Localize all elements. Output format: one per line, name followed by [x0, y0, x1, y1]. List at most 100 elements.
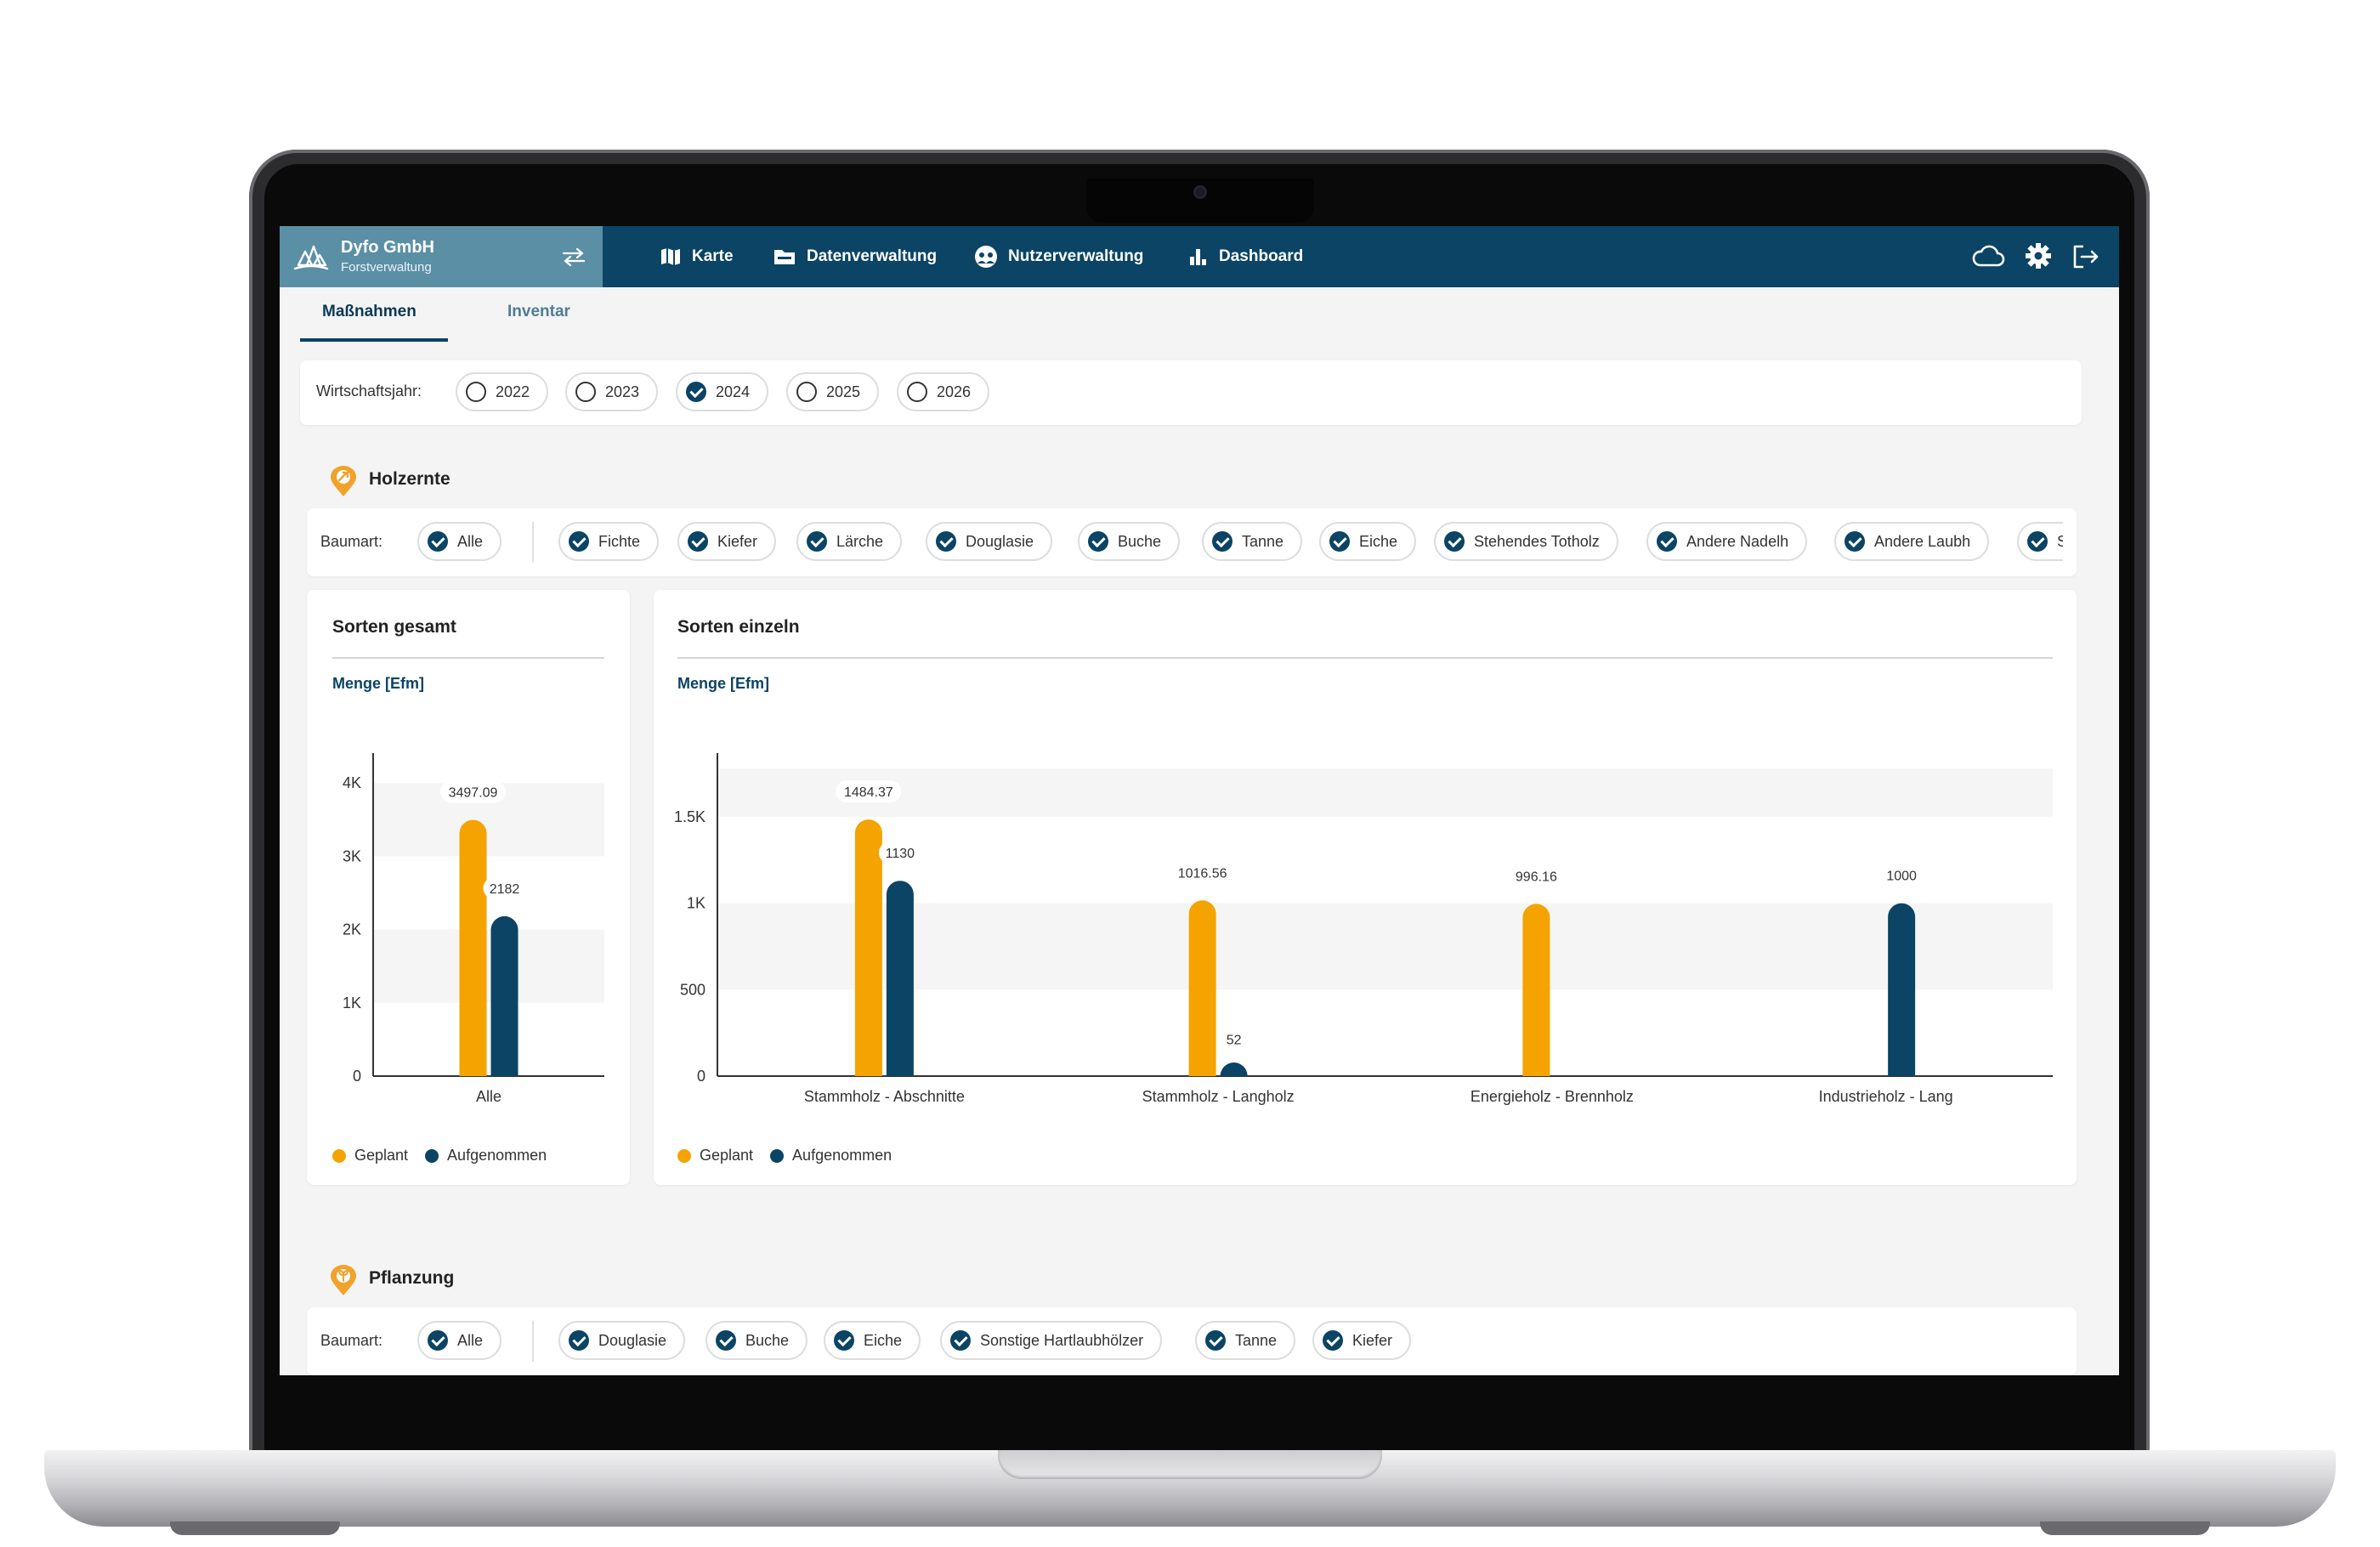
cloud-icon[interactable]	[1971, 243, 2005, 270]
radio-unchecked-icon	[907, 382, 927, 402]
chip-label: Alle	[457, 532, 484, 550]
year-chip-2023[interactable]: 2023	[565, 372, 659, 411]
checkmark-icon	[1844, 531, 1865, 552]
filter-divider	[532, 1321, 534, 1362]
legend-dot-recorded	[425, 1148, 439, 1163]
data-label: 996.16	[1516, 870, 1557, 884]
bar-recorded	[1220, 1062, 1248, 1076]
checkmark-icon	[428, 531, 448, 552]
chart-title-divider	[332, 657, 604, 659]
grid-band	[373, 929, 604, 1003]
species-chip-buche[interactable]: Buche	[1078, 522, 1181, 561]
company-name: Dyfo GmbH	[341, 238, 434, 257]
nav-item-nutzerverwaltung[interactable]: Nutzerverwaltung	[974, 226, 1143, 287]
holzernte-species-filter: Baumart: Alle Fichte Kiefer Lärche Dougl…	[307, 508, 2077, 576]
y-tick-label: 0	[353, 1068, 361, 1085]
species-chip-eiche[interactable]: Eiche	[824, 1321, 921, 1360]
species-chip-kiefer[interactable]: Kiefer	[1312, 1321, 1412, 1360]
logout-icon[interactable]	[2071, 243, 2100, 270]
checkmark-icon	[569, 1330, 589, 1351]
chip-label: 2024	[716, 382, 751, 400]
x-tick-label: Stammholz - Langholz	[1142, 1088, 1295, 1105]
nav-label-datenverwaltung: Datenverwaltung	[807, 247, 938, 265]
bar-chart-icon	[1190, 249, 1206, 265]
tab-bar: Maßnahmen Inventar	[280, 287, 2119, 342]
species-chip-laerche[interactable]: Lärche	[796, 522, 903, 561]
legend-dot-recorded	[770, 1148, 785, 1163]
species-chip-alle[interactable]: Alle	[417, 1321, 502, 1360]
chip-label: Douglasie	[966, 532, 1034, 550]
chip-label: Sonstige Hartlaubhölzer	[980, 1331, 1144, 1349]
year-chip-2026[interactable]: 2026	[897, 372, 990, 411]
species-chip-douglasie[interactable]: Douglasie	[926, 522, 1053, 561]
brand-panel[interactable]: Dyfo GmbH Forstverwaltung	[280, 226, 603, 287]
chip-label: Eiche	[1359, 532, 1398, 550]
laptop-foot-left	[170, 1522, 340, 1535]
top-navigation-bar: Dyfo GmbH Forstverwaltung Karte Datenver…	[280, 226, 2119, 287]
chip-label: Kiefer	[1352, 1331, 1393, 1349]
chip-label: Sc	[2057, 532, 2063, 550]
nav-item-datenverwaltung[interactable]: Datenverwaltung	[773, 226, 937, 287]
year-chip-2022[interactable]: 2022	[456, 372, 549, 411]
radio-unchecked-icon	[575, 382, 596, 402]
chip-label: 2025	[826, 382, 861, 400]
grid-band	[717, 768, 2053, 817]
section-title-holzernte: Holzernte	[369, 469, 450, 489]
y-tick-label: 0	[697, 1068, 706, 1085]
camera-lens	[1193, 185, 1207, 199]
chart-card-sorten-gesamt: Sorten gesamt Menge [Efm] 0 1K 2K 3K 4K Alle 3…	[307, 590, 630, 1185]
species-chip-tanne[interactable]: Tanne	[1202, 522, 1303, 561]
species-chip-douglasie[interactable]: Douglasie	[558, 1321, 686, 1360]
species-chip-buche[interactable]: Buche	[706, 1321, 808, 1360]
chip-label: Andere Nadelh	[1686, 532, 1789, 550]
gear-icon[interactable]	[2024, 241, 2053, 270]
nav-item-dashboard[interactable]: Dashboard	[1188, 226, 1303, 287]
nav-item-karte[interactable]: Karte	[660, 226, 734, 287]
species-chip-alle[interactable]: Alle	[417, 522, 502, 561]
legend-dot-planned	[677, 1148, 691, 1163]
folder-icon	[774, 250, 795, 264]
checkmark-icon	[1444, 531, 1465, 552]
legend-item-planned[interactable]: Geplant	[332, 1147, 408, 1164]
chip-label: 2026	[937, 382, 972, 400]
grid-band	[717, 903, 2053, 990]
data-label: 1130	[886, 847, 915, 861]
unit-label: Menge [Efm]	[677, 675, 769, 692]
bar-recorded	[886, 881, 914, 1076]
y-tick-label: 2K	[343, 921, 361, 938]
legend-item-recorded[interactable]: Aufgenommen	[425, 1147, 547, 1164]
species-chip-stehendes-totholz[interactable]: Stehendes Totholz	[1434, 522, 1618, 561]
fiscal-year-label: Wirtschaftsjahr:	[316, 382, 422, 400]
chart-card-sorten-einzeln: Sorten einzeln Menge [Efm] 0 500 1K 1.5K Sta…	[654, 590, 2077, 1185]
y-tick-label: 1.5K	[674, 808, 706, 825]
legend-item-planned[interactable]: Geplant	[677, 1147, 753, 1164]
chip-label: Lärche	[836, 532, 884, 550]
checkmark-icon	[834, 1330, 854, 1351]
chip-label: Alle	[457, 1331, 484, 1349]
species-chip-kiefer[interactable]: Kiefer	[677, 522, 777, 561]
swap-arrows-icon[interactable]	[560, 246, 587, 267]
species-chip-fichte[interactable]: Fichte	[558, 522, 660, 561]
species-chip-andere-nadelh[interactable]: Andere Nadelh	[1646, 522, 1808, 561]
year-chip-2025[interactable]: 2025	[786, 372, 880, 411]
chip-label: Buche	[745, 1331, 790, 1349]
data-label: 1016.56	[1178, 866, 1227, 881]
laptop-foot-right	[2040, 1522, 2210, 1535]
checkmark-icon	[1657, 531, 1677, 552]
species-chip-eiche[interactable]: Eiche	[1319, 522, 1417, 561]
species-chip-andere-laubh[interactable]: Andere Laubh	[1834, 522, 1990, 561]
tab-inventar[interactable]: Inventar	[507, 303, 570, 321]
species-chip-sonstige-hartlaubhoelzer[interactable]: Sonstige Hartlaubhölzer	[940, 1321, 1163, 1360]
unit-label: Menge [Efm]	[332, 675, 424, 692]
legend-dot-planned	[332, 1148, 346, 1163]
checkmark-icon	[936, 531, 956, 552]
tab-massnahmen[interactable]: Maßnahmen	[322, 303, 416, 321]
year-chip-2024[interactable]: 2024	[676, 372, 769, 411]
legend-item-recorded[interactable]: Aufgenommen	[770, 1147, 892, 1164]
species-chip-tanne[interactable]: Tanne	[1195, 1321, 1296, 1360]
bar-planned	[459, 819, 487, 1076]
y-tick-label: 4K	[343, 774, 361, 791]
species-chip-sc[interactable]: Sc	[2017, 522, 2063, 561]
x-tick-label: Industrieholz - Lang	[1819, 1088, 1953, 1105]
laptop-opening-notch	[998, 1450, 1382, 1479]
